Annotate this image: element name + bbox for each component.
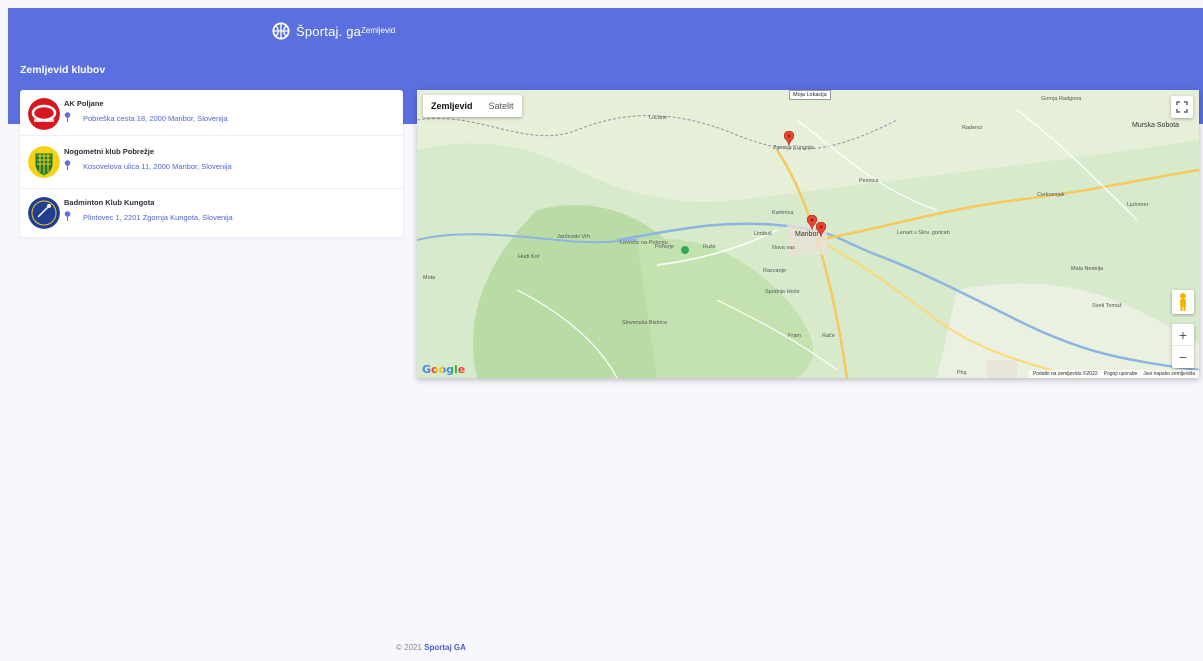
my-location-label: Moja Lokacija bbox=[789, 90, 831, 100]
map-label: Fram bbox=[788, 333, 801, 339]
map-label: Sveti Tomaž bbox=[1092, 303, 1122, 309]
basketball-logo-icon bbox=[272, 22, 290, 40]
zoom-out-button[interactable]: − bbox=[1172, 346, 1194, 368]
copyright-text: © 2021 bbox=[396, 643, 425, 652]
nav-link-map[interactable]: Zemljevid bbox=[361, 26, 395, 35]
map[interactable]: Maribor Zgornja Kungota Kamnica Limbuš N… bbox=[417, 90, 1199, 378]
pin-icon bbox=[64, 211, 71, 221]
club-item[interactable]: AK Poljane Pobreška cesta 18, 2000 Marib… bbox=[20, 90, 403, 136]
map-label: Cerkvenjak bbox=[1037, 192, 1065, 198]
pin-icon bbox=[64, 112, 71, 122]
club-logo-nk-pobrezje bbox=[28, 146, 60, 178]
club-logo-ak-poljane bbox=[28, 98, 60, 130]
brand-name: Športaj. ga bbox=[296, 23, 362, 39]
map-label: Radenci bbox=[962, 125, 983, 131]
map-label: Rače bbox=[822, 333, 835, 339]
brand[interactable]: Športaj. ga bbox=[272, 22, 361, 40]
map-label: Pesnica bbox=[859, 178, 879, 184]
map-label: Kamnica bbox=[772, 210, 794, 216]
google-logo[interactable]: Google bbox=[422, 363, 465, 376]
page: Športaj. ga Zemljevid Zemljevid klubov A… bbox=[8, 8, 1203, 661]
club-name: Badminton Klub Kungota bbox=[64, 198, 155, 207]
fullscreen-button[interactable] bbox=[1171, 96, 1193, 118]
map-label: Jarčevski Vrh bbox=[557, 234, 590, 240]
map-label: Lucane bbox=[649, 115, 668, 121]
map-type-satellite[interactable]: Satelit bbox=[481, 95, 522, 117]
fullscreen-icon bbox=[1176, 101, 1188, 113]
map-label: Gornja Radgona bbox=[1041, 96, 1082, 102]
zoom-in-button[interactable]: + bbox=[1172, 324, 1194, 346]
map-label: Ljutomer bbox=[1127, 202, 1149, 208]
map-label: Limbuš bbox=[754, 231, 772, 237]
club-address[interactable]: Kosovelova ulica 11, 2000 Maribor, Slove… bbox=[83, 162, 232, 171]
club-address[interactable]: Plintovec 1, 2201 Zgornja Kungota, Slove… bbox=[83, 213, 233, 222]
club-address[interactable]: Pobreška cesta 18, 2000 Maribor, Sloveni… bbox=[83, 114, 228, 123]
pin-icon bbox=[64, 160, 71, 170]
google-logo-text: Google bbox=[422, 363, 466, 376]
map-label: Slovenska Bistrica bbox=[622, 320, 667, 326]
map-label: Murska Sobota bbox=[1132, 122, 1180, 129]
map-label: Spodnje Hoče bbox=[765, 289, 800, 295]
street-view-pegman[interactable] bbox=[1172, 290, 1194, 314]
footer-brand-link[interactable]: Sportaj GA bbox=[424, 643, 466, 652]
map-label: Razvanje bbox=[763, 268, 786, 274]
page-title: Zemljevid klubov bbox=[20, 64, 106, 76]
pegman-icon bbox=[1180, 293, 1186, 311]
map-label: Hudi Kot bbox=[518, 254, 540, 260]
club-logo-bk-kungota bbox=[28, 197, 60, 229]
map-type-control: Zemljevid Satelit bbox=[423, 95, 522, 117]
report-error-link[interactable]: Javi napako zemljevida bbox=[1143, 370, 1195, 378]
club-list: AK Poljane Pobreška cesta 18, 2000 Marib… bbox=[20, 90, 403, 237]
page-footer: © 2021 Sportaj GA bbox=[396, 643, 466, 652]
map-label: Ptuj bbox=[957, 370, 967, 376]
map-type-roadmap[interactable]: Zemljevid bbox=[423, 95, 481, 117]
zoom-control: + − bbox=[1172, 324, 1194, 368]
map-label: Mala Nedelja bbox=[1071, 266, 1104, 272]
map-marker-poljane[interactable] bbox=[816, 222, 826, 237]
map-label: Lovrenc na Pohorju bbox=[620, 240, 668, 246]
map-label: Nova vas bbox=[772, 245, 795, 251]
map-label: Lenart v Slov. goricah bbox=[897, 230, 950, 236]
map-data-attribution: Podatki na zemljevidu ©2022 bbox=[1032, 371, 1098, 377]
terms-link[interactable]: Pogoji uporabe bbox=[1104, 370, 1138, 378]
map-label: Ruše bbox=[703, 244, 716, 250]
map-marker-kungota[interactable] bbox=[784, 131, 794, 146]
map-footer: Podatki na zemljevidu ©2022 Pogoji upora… bbox=[1028, 370, 1199, 378]
club-name: AK Poljane bbox=[64, 99, 104, 108]
map-label: Muta bbox=[423, 275, 436, 281]
club-item[interactable]: Badminton Klub Kungota Plintovec 1, 2201… bbox=[20, 189, 403, 237]
club-name: Nogometni klub Pobrežje bbox=[64, 147, 155, 156]
club-item[interactable]: Nogometni klub Pobrežje Kosovelova ulica… bbox=[20, 136, 403, 189]
